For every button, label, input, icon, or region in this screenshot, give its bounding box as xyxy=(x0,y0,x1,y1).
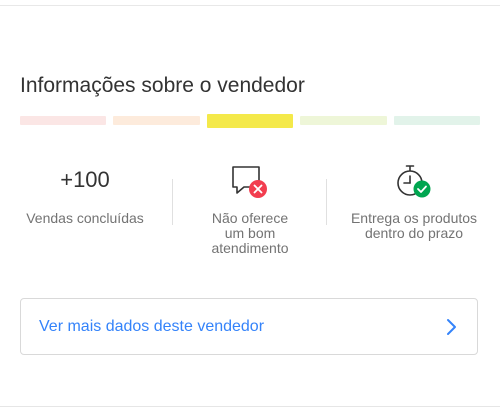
bottom-divider xyxy=(0,406,500,407)
delivery-label-line1: Entrega os produtos xyxy=(350,210,478,226)
reputation-segment-orange xyxy=(113,116,200,125)
seller-stats: +100 Vendas concluídas Não oferece um bo… xyxy=(0,158,500,268)
sales-count: +100 xyxy=(60,167,110,192)
reputation-segment-light-green xyxy=(300,116,387,125)
reputation-thermometer xyxy=(20,114,481,128)
reputation-segment-red xyxy=(20,116,107,125)
see-more-seller-data-button[interactable]: Ver mais dados deste vendedor xyxy=(20,298,478,355)
section-title: Informações sobre o vendedor xyxy=(20,74,305,98)
service-label-line1: Não oferece xyxy=(211,210,289,226)
top-divider xyxy=(0,0,500,6)
stat-sales: +100 Vendas concluídas xyxy=(5,158,165,226)
service-icon-wrap xyxy=(170,158,330,200)
chat-bubble-with-error-icon xyxy=(232,166,267,198)
service-label-line2: um bom xyxy=(224,225,276,241)
stats-divider-1 xyxy=(172,179,173,225)
stat-service: Não oferece um bom atendimento xyxy=(170,158,330,256)
stats-divider-2 xyxy=(326,179,327,225)
chevron-right-icon xyxy=(447,318,456,335)
service-label: Não oferece um bom atendimento xyxy=(170,211,330,256)
reputation-segment-green xyxy=(393,116,481,125)
delivery-label-line2: dentro do prazo xyxy=(364,225,464,241)
reputation-segment-yellow xyxy=(206,114,294,128)
delivery-icon-wrap xyxy=(334,158,494,200)
sales-label: Vendas concluídas xyxy=(26,210,144,226)
service-label-line3: atendimento xyxy=(211,240,289,256)
stopwatch-with-check-icon xyxy=(397,165,431,198)
stat-delivery: Entrega os produtos dentro do prazo xyxy=(334,158,494,241)
see-more-seller-data-label: Ver mais dados deste vendedor xyxy=(39,317,265,335)
delivery-label: Entrega os produtos dentro do prazo xyxy=(334,211,494,241)
